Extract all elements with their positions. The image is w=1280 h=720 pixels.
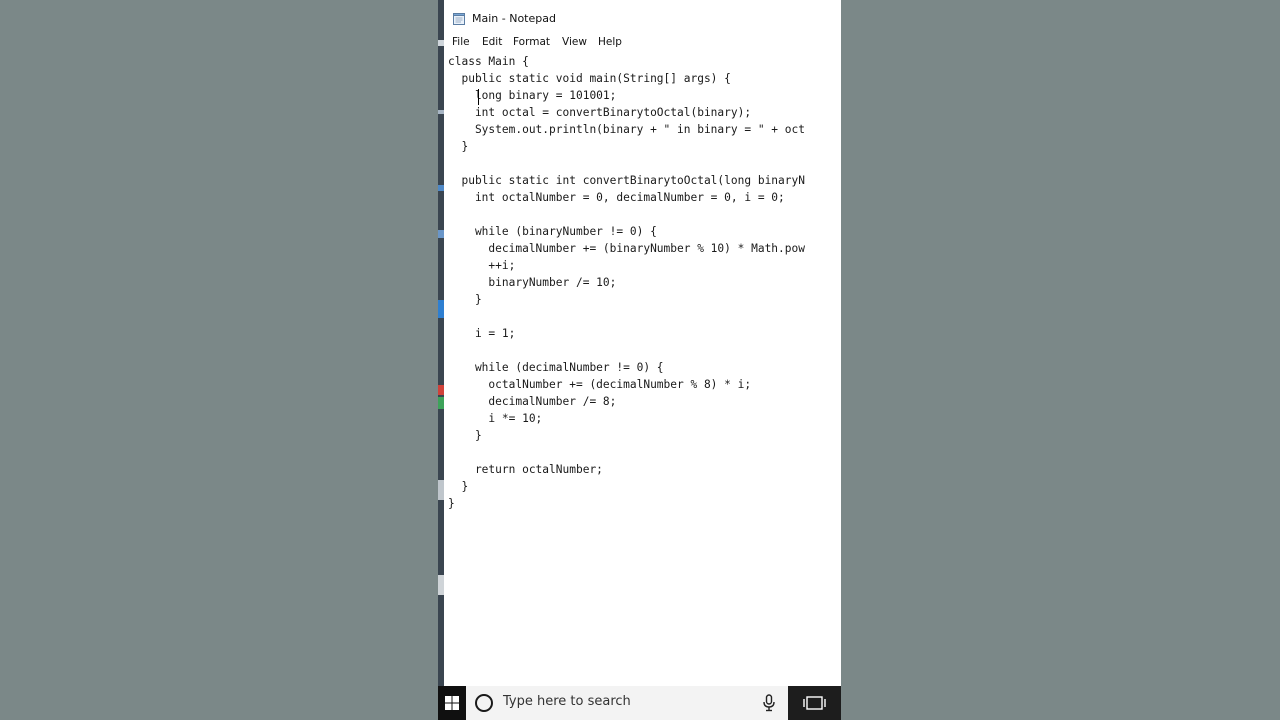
search-placeholder: Type here to search bbox=[503, 694, 631, 709]
code-line: } bbox=[448, 497, 455, 510]
code-line: while (binaryNumber != 0) { bbox=[448, 225, 657, 238]
menu-file[interactable]: File bbox=[452, 36, 470, 48]
menu-view[interactable]: View bbox=[562, 36, 587, 48]
code-line: } bbox=[448, 293, 482, 306]
window-title: Main - Notepad bbox=[472, 12, 556, 25]
code-line: public static int convertBinarytoOctal(l… bbox=[448, 174, 805, 187]
menu-bar: File Edit Format View Help bbox=[444, 32, 841, 54]
task-view-icon bbox=[803, 696, 826, 710]
code-line: } bbox=[448, 480, 469, 493]
text-editor[interactable]: class Main { public static void main(Str… bbox=[444, 53, 841, 686]
notepad-icon bbox=[453, 13, 465, 25]
title-bar[interactable]: Main - Notepad bbox=[444, 6, 841, 32]
code-line: int octal = convertBinarytoOctal(binary)… bbox=[448, 106, 752, 119]
start-button[interactable] bbox=[438, 686, 466, 720]
cortana-circle-icon bbox=[475, 694, 493, 712]
code-line: public static void main(String[] args) { bbox=[448, 72, 731, 85]
code-line: return octalNumber; bbox=[448, 463, 603, 476]
code-line: System.out.println(binary + " in binary … bbox=[448, 123, 805, 136]
code-line: decimalNumber += (binaryNumber % 10) * M… bbox=[448, 242, 805, 255]
code-line: } bbox=[448, 140, 469, 153]
background-left bbox=[0, 0, 438, 720]
notepad-window: Main - Notepad File Edit Format View Hel… bbox=[444, 0, 841, 686]
menu-format[interactable]: Format bbox=[513, 36, 550, 48]
taskbar-search-box[interactable]: Type here to search bbox=[466, 686, 788, 720]
code-line: } bbox=[448, 429, 482, 442]
menu-help[interactable]: Help bbox=[598, 36, 622, 48]
code-line: long binary = 101001; bbox=[448, 89, 617, 102]
background-right bbox=[841, 0, 1280, 720]
microphone-icon[interactable] bbox=[762, 694, 776, 712]
text-caret bbox=[478, 89, 479, 105]
task-view-button[interactable] bbox=[790, 686, 841, 720]
code-line: class Main { bbox=[448, 55, 529, 68]
menu-edit[interactable]: Edit bbox=[482, 36, 502, 48]
code-line: binaryNumber /= 10; bbox=[448, 276, 617, 289]
code-line: i = 1; bbox=[448, 327, 516, 340]
code-line: ++i; bbox=[448, 259, 516, 272]
code-line: i *= 10; bbox=[448, 412, 543, 425]
windows-logo-icon bbox=[445, 696, 459, 710]
code-line: int octalNumber = 0, decimalNumber = 0, … bbox=[448, 191, 785, 204]
code-line: while (decimalNumber != 0) { bbox=[448, 361, 664, 374]
taskbar: Type here to search bbox=[438, 686, 841, 720]
code-line: octalNumber += (decimalNumber % 8) * i; bbox=[448, 378, 752, 391]
code-line: decimalNumber /= 8; bbox=[448, 395, 617, 408]
